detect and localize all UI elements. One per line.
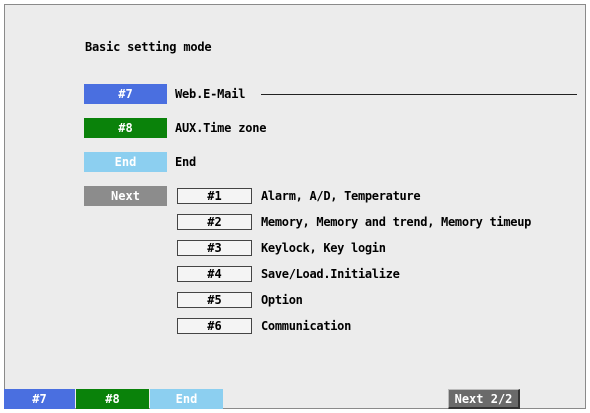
menu-desc-5: Option bbox=[261, 293, 303, 307]
menu-desc-3: Keylock, Key login bbox=[261, 241, 386, 255]
settings-screen: Basic setting mode #7 Web.E-Mail #8 AUX.… bbox=[4, 4, 586, 409]
menu-desc-1: Alarm, A/D, Temperature bbox=[261, 189, 421, 203]
menu-button-1[interactable]: #1 bbox=[177, 188, 252, 204]
key-8-button[interactable]: #8 bbox=[84, 118, 167, 138]
menu-button-4[interactable]: #4 bbox=[177, 266, 252, 282]
key-next-button[interactable]: Next bbox=[84, 186, 167, 206]
softkey-8-button[interactable]: #8 bbox=[76, 389, 149, 409]
key-7-label: Web.E-Mail bbox=[175, 87, 246, 101]
menu-button-5[interactable]: #5 bbox=[177, 292, 252, 308]
menu-desc-6: Communication bbox=[261, 319, 352, 333]
key-end-label: End bbox=[175, 155, 197, 169]
page-title: Basic setting mode bbox=[85, 40, 212, 54]
menu-button-6[interactable]: #6 bbox=[177, 318, 252, 334]
softkey-7-button[interactable]: #7 bbox=[4, 389, 75, 409]
key-8-label: AUX.Time zone bbox=[175, 121, 267, 135]
menu-desc-2: Memory, Memory and trend, Memory timeup bbox=[261, 215, 532, 229]
menu-button-2[interactable]: #2 bbox=[177, 214, 252, 230]
key-end-button[interactable]: End bbox=[84, 152, 167, 172]
key-7-button[interactable]: #7 bbox=[84, 84, 167, 104]
menu-button-3[interactable]: #3 bbox=[177, 240, 252, 256]
softkey-next-page-button[interactable]: Next 2/2 bbox=[448, 389, 520, 409]
softkey-end-button[interactable]: End bbox=[150, 389, 223, 409]
divider-line bbox=[261, 94, 577, 95]
menu-desc-4: Save/Load.Initialize bbox=[261, 267, 400, 281]
